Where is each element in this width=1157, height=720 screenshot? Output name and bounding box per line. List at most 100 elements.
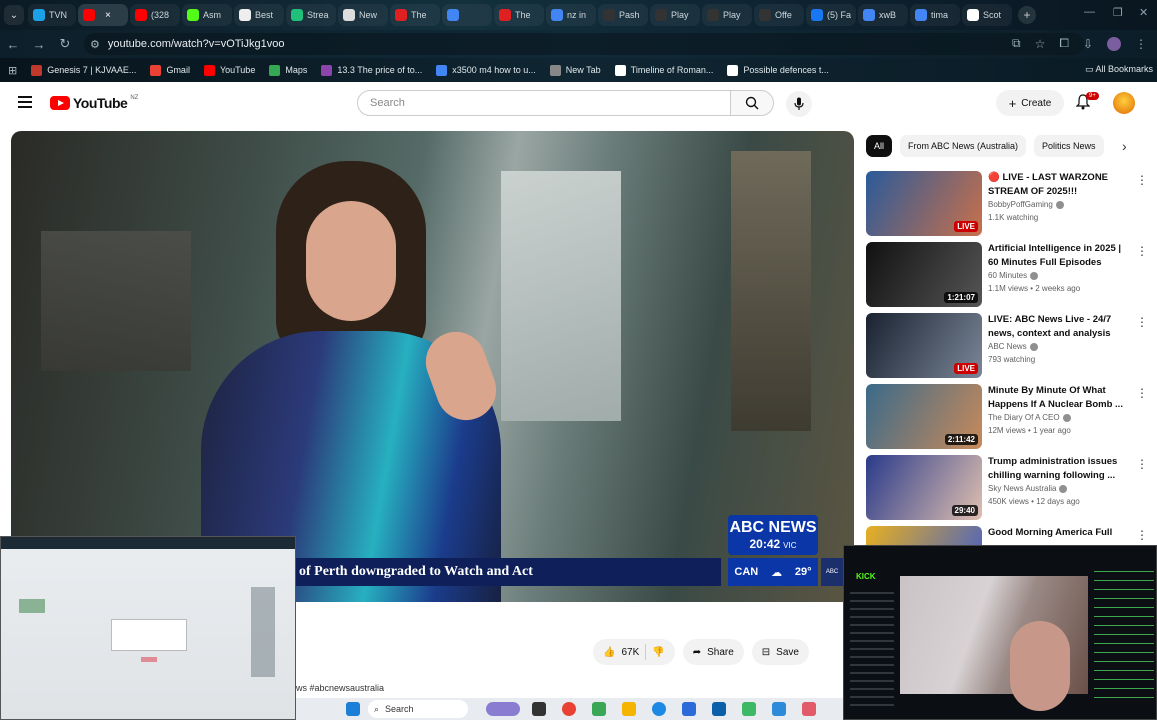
bookmark-item[interactable]: Maps: [269, 64, 307, 76]
more-actions-icon[interactable]: ⋮: [1136, 386, 1148, 400]
browser-tab[interactable]: Play: [650, 4, 700, 26]
video-title[interactable]: Good Morning America Full: [988, 526, 1123, 540]
chevron-right-icon[interactable]: ›: [1122, 138, 1127, 154]
reload-icon[interactable]: ↻: [52, 36, 78, 52]
more-actions-icon[interactable]: ⋮: [1136, 528, 1148, 542]
channel-name-row[interactable]: 60 Minutes: [988, 271, 1039, 280]
app-icon[interactable]: [592, 702, 606, 716]
recommended-video[interactable]: LIVE 🔴 LIVE - LAST WARZONE STREAM OF 2025…: [866, 171, 1148, 237]
video-player[interactable]: ABC NEWS 20:42 VIC of Perth downgraded to…: [11, 131, 854, 602]
browser-tab[interactable]: nz in: [546, 4, 596, 26]
account-avatar[interactable]: [1113, 92, 1135, 114]
more-actions-icon[interactable]: ⋮: [1136, 315, 1148, 329]
bookmark-item[interactable]: Gmail: [150, 64, 190, 76]
browser-tab[interactable]: TVN: [28, 4, 76, 26]
youtube-logo[interactable]: YouTube NZ: [50, 95, 138, 111]
more-actions-icon[interactable]: ⋮: [1136, 457, 1148, 471]
channel-name-row[interactable]: ABC News: [988, 342, 1038, 351]
browser-tab[interactable]: Pash: [598, 4, 648, 26]
browser-tab[interactable]: (5) Fa: [806, 4, 856, 26]
taskbar-search[interactable]: ⌕ Search: [368, 700, 468, 718]
close-window-icon[interactable]: ✕: [1139, 6, 1148, 19]
share-button[interactable]: ➦ Share: [682, 639, 744, 665]
browser-tab[interactable]: New: [338, 4, 388, 26]
recommended-video[interactable]: 2:11:42 Minute By Minute Of What Happens …: [866, 384, 1148, 450]
channel-name-row[interactable]: The Diary Of A CEO: [988, 413, 1071, 422]
overlay-stream-window[interactable]: KICK: [843, 545, 1157, 720]
bookmark-item[interactable]: Genesis 7 | KJVAAE...: [31, 64, 136, 76]
video-thumbnail[interactable]: LIVE: [866, 313, 982, 378]
maximize-icon[interactable]: ❐: [1113, 6, 1123, 19]
bookmark-item[interactable]: New Tab: [549, 64, 601, 76]
voice-search-button[interactable]: [786, 91, 812, 117]
tab-search-button[interactable]: ⌄: [4, 5, 24, 25]
save-button[interactable]: ⊟ Save: [751, 639, 809, 665]
guide-menu-icon[interactable]: [18, 96, 32, 108]
filter-chip[interactable]: From ABC News (Australia): [900, 135, 1027, 157]
bookmark-item[interactable]: Possible defences t...: [727, 64, 829, 76]
browser-tab[interactable]: Scot: [962, 4, 1012, 26]
thumbs-down-icon[interactable]: 👎: [652, 647, 664, 658]
edge-icon[interactable]: [652, 702, 666, 716]
more-actions-icon[interactable]: ⋮: [1136, 244, 1148, 258]
bookmark-item[interactable]: x3500 m4 how to u...: [436, 64, 536, 76]
browser-tab[interactable]: The: [390, 4, 440, 26]
back-icon[interactable]: ←: [0, 37, 26, 52]
recommended-video[interactable]: 29:40 Trump administration issues chillin…: [866, 455, 1148, 521]
like-button[interactable]: 👍 67K 👎: [593, 639, 675, 665]
overlay-window-thumbnail[interactable]: [0, 536, 296, 720]
app-icon-5[interactable]: [772, 702, 786, 716]
filter-chip[interactable]: Politics News: [1034, 135, 1104, 157]
browser-tab[interactable]: tima: [910, 4, 960, 26]
apps-icon[interactable]: ⊞: [8, 64, 17, 77]
widgets-icon[interactable]: [486, 702, 520, 716]
search-input[interactable]: Search: [357, 90, 731, 116]
bookmark-item[interactable]: Timeline of Roman...: [614, 64, 713, 76]
video-title[interactable]: Artificial Intelligence in 2025 | 60 Min…: [988, 242, 1123, 270]
browser-tab[interactable]: (328: [130, 4, 180, 26]
create-button[interactable]: + Create: [996, 90, 1064, 116]
browser-tab[interactable]: Asm: [182, 4, 232, 26]
bookmark-star-icon[interactable]: ☆: [1035, 37, 1046, 51]
browser-tab[interactable]: Strea: [286, 4, 336, 26]
video-thumbnail[interactable]: 2:11:42: [866, 384, 982, 449]
chrome-icon[interactable]: [562, 702, 576, 716]
browser-tab[interactable]: xwB: [858, 4, 908, 26]
channel-name-row[interactable]: BobbyPoffGaming: [988, 200, 1064, 209]
browser-tab[interactable]: The: [494, 4, 544, 26]
browser-tab[interactable]: ×: [78, 4, 128, 26]
forward-icon[interactable]: →: [26, 37, 52, 52]
filter-chip[interactable]: All: [866, 135, 893, 157]
browser-tab[interactable]: Play: [702, 4, 752, 26]
app-icon-6[interactable]: [802, 702, 816, 716]
bookmark-item[interactable]: 13.3 The price of to...: [321, 64, 422, 76]
search-button[interactable]: [730, 90, 774, 116]
address-bar[interactable]: ⚙ youtube.com/watch?v=vOTiJkg1voo: [84, 33, 1084, 55]
browser-tab[interactable]: Offe: [754, 4, 804, 26]
windows-start-icon[interactable]: [346, 702, 360, 716]
bookmark-item[interactable]: YouTube: [203, 64, 255, 76]
channel-name-row[interactable]: Sky News Australia: [988, 484, 1068, 493]
menu-icon[interactable]: ⋮: [1135, 37, 1147, 51]
profile-avatar[interactable]: [1107, 36, 1121, 51]
browser-tab[interactable]: Best: [234, 4, 284, 26]
site-info-icon[interactable]: ⚙: [90, 38, 100, 51]
new-tab-button[interactable]: +: [1018, 6, 1036, 24]
task-view-icon[interactable]: [532, 702, 546, 716]
tab-close-icon[interactable]: ×: [105, 10, 111, 21]
app-icon-4[interactable]: [742, 702, 756, 716]
extensions-icon[interactable]: ⧠: [1059, 36, 1069, 51]
all-bookmarks-button[interactable]: ▭ All Bookmarks: [1085, 64, 1153, 75]
video-thumbnail[interactable]: 29:40: [866, 455, 982, 520]
downloads-icon[interactable]: ⇩: [1083, 37, 1093, 51]
recommended-video[interactable]: 1:21:07 Artificial Intelligence in 2025 |…: [866, 242, 1148, 308]
minimize-icon[interactable]: —: [1084, 6, 1095, 18]
app-icon-3[interactable]: [712, 702, 726, 716]
video-description[interactable]: ws #abcnewsaustralia: [296, 683, 384, 693]
video-title[interactable]: Trump administration issues chilling war…: [988, 455, 1123, 483]
video-title[interactable]: Minute By Minute Of What Happens If A Nu…: [988, 384, 1123, 412]
video-thumbnail[interactable]: LIVE: [866, 171, 982, 236]
install-icon[interactable]: ⧉: [1012, 36, 1021, 51]
recommended-video[interactable]: LIVE LIVE: ABC News Live - 24/7 news, con…: [866, 313, 1148, 379]
file-explorer-icon[interactable]: [622, 702, 636, 716]
